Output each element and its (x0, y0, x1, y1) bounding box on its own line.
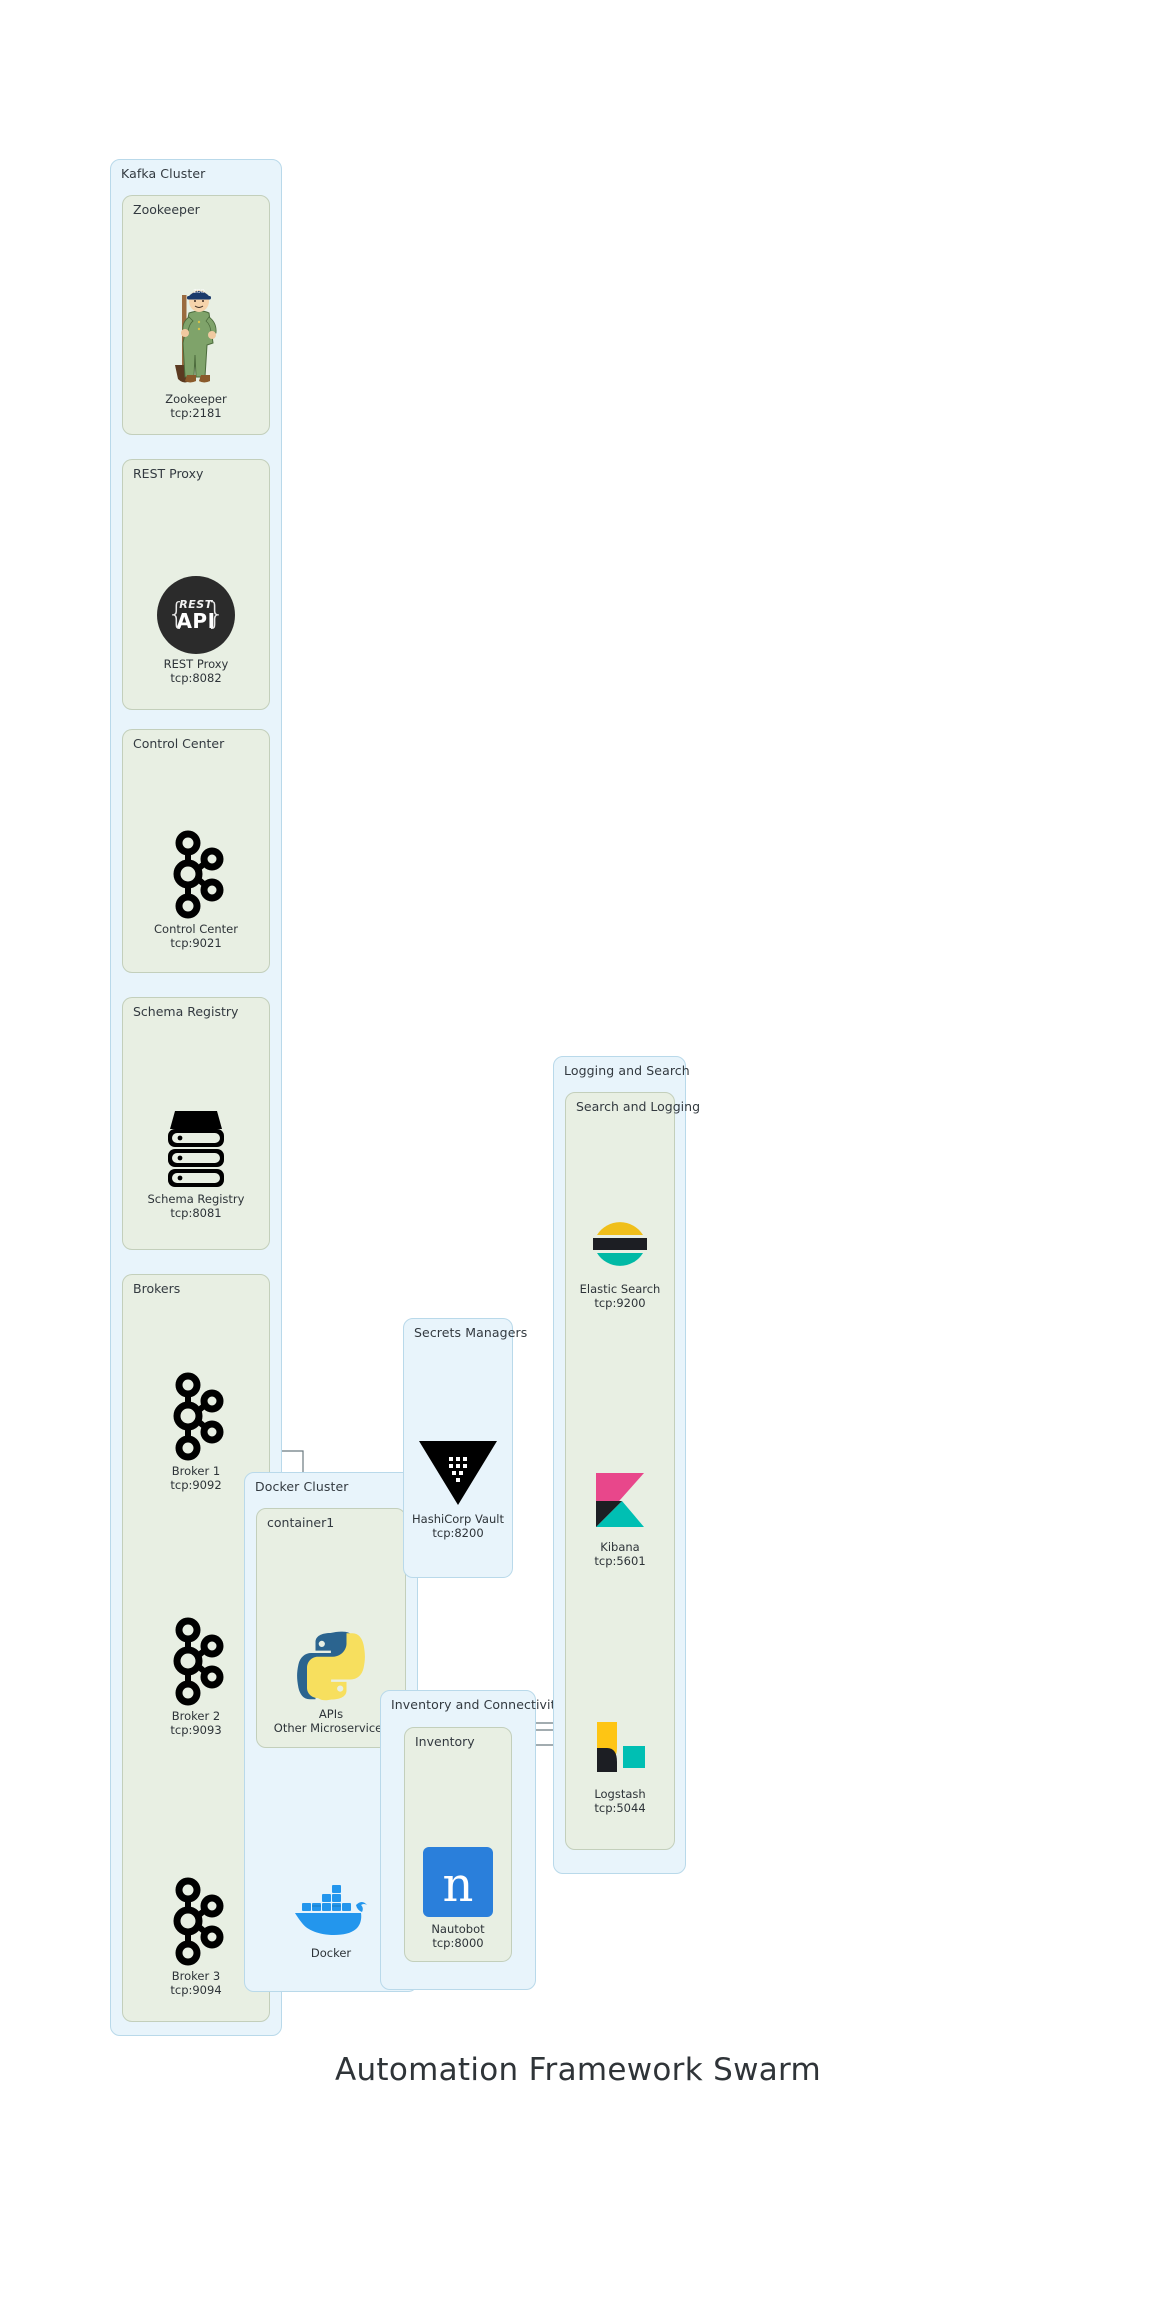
node-broker-2-caption: Broker 2 tcp:9093 (170, 1709, 222, 1737)
node-vault-caption: HashiCorp Vault tcp:8200 (412, 1512, 504, 1540)
rest-api-icon: { REST API } (157, 576, 235, 654)
node-control-center-caption: Control Center tcp:9021 (154, 922, 238, 950)
zookeeper-mascot-icon: ZOO (159, 277, 233, 389)
node-zookeeper-caption: Zookeeper tcp:2181 (165, 392, 227, 420)
node-nautobot-caption: Nautobot tcp:8000 (431, 1922, 485, 1950)
node-logstash[interactable]: Logstash tcp:5044 (565, 1665, 675, 1815)
node-rest-proxy-caption: REST Proxy tcp:8082 (163, 657, 229, 685)
nautobot-icon: n (421, 1845, 495, 1919)
node-kibana-caption: Kibana tcp:5601 (594, 1540, 646, 1568)
group-container1-label: container1 (267, 1515, 335, 1530)
group-control-center-label: Control Center (133, 736, 225, 751)
node-zookeeper[interactable]: ZOO Zookeeper tcp:2181 (122, 250, 270, 420)
node-broker-1[interactable]: Broker 1 tcp:9092 (122, 1340, 270, 1492)
node-elastic-search[interactable]: Elastic Search tcp:9200 (565, 1160, 675, 1310)
node-schema-registry-caption: Schema Registry tcp:8081 (147, 1192, 245, 1220)
cluster-secrets-label: Secrets Managers (414, 1325, 528, 1340)
node-kibana[interactable]: Kibana tcp:5601 (565, 1420, 675, 1568)
node-elastic-search-caption: Elastic Search tcp:9200 (579, 1282, 661, 1310)
svg-text:n: n (443, 1857, 474, 1913)
node-control-center[interactable]: Control Center tcp:9021 (122, 800, 270, 950)
node-apis-caption: APIs Other Microservices (273, 1707, 389, 1735)
logstash-icon (589, 1718, 651, 1784)
page-title: Automation Framework Swarm (334, 2052, 822, 2088)
group-inventory-label: Inventory (415, 1734, 475, 1749)
node-nautobot[interactable]: n Nautobot tcp:8000 (404, 1800, 512, 1950)
cluster-logging-label: Logging and Search (564, 1063, 690, 1078)
node-vault[interactable]: HashiCorp Vault tcp:8200 (403, 1390, 513, 1540)
node-rest-proxy[interactable]: { REST API } REST Proxy tcp:8082 (122, 545, 270, 685)
kafka-icon (165, 1371, 227, 1461)
node-logstash-caption: Logstash tcp:5044 (594, 1787, 646, 1815)
node-broker-1-caption: Broker 1 tcp:9092 (170, 1464, 222, 1492)
cluster-docker-label: Docker Cluster (255, 1479, 349, 1494)
kafka-icon (165, 829, 227, 919)
node-schema-registry[interactable]: Schema Registry tcp:8081 (122, 1070, 270, 1220)
cluster-kafka-label: Kafka Cluster (121, 166, 206, 181)
diagram-canvas: Kafka Cluster Zookeeper ZOO Zookeeper tc… (0, 0, 1156, 2304)
vault-icon (415, 1435, 501, 1509)
group-search-logging-label: Search and Logging (576, 1099, 700, 1114)
group-zookeeper-label: Zookeeper (133, 202, 200, 217)
kafka-icon (165, 1876, 227, 1966)
svg-text:ZOO: ZOO (193, 289, 204, 295)
server-rack-icon (161, 1107, 231, 1189)
kibana-icon (590, 1471, 650, 1537)
cluster-inventory-connectivity-label: Inventory and Connectivity (391, 1697, 564, 1712)
group-brokers-label: Brokers (133, 1281, 181, 1296)
docker-whale-icon (290, 1877, 372, 1943)
group-rest-proxy-label: REST Proxy (133, 466, 204, 481)
kafka-icon (165, 1616, 227, 1706)
group-schema-registry-label: Schema Registry (133, 1004, 239, 1019)
node-broker-3-caption: Broker 3 tcp:9094 (170, 1969, 222, 1997)
elasticsearch-icon (589, 1213, 651, 1279)
python-icon (293, 1628, 369, 1704)
node-docker-caption: Docker (310, 1945, 352, 1960)
